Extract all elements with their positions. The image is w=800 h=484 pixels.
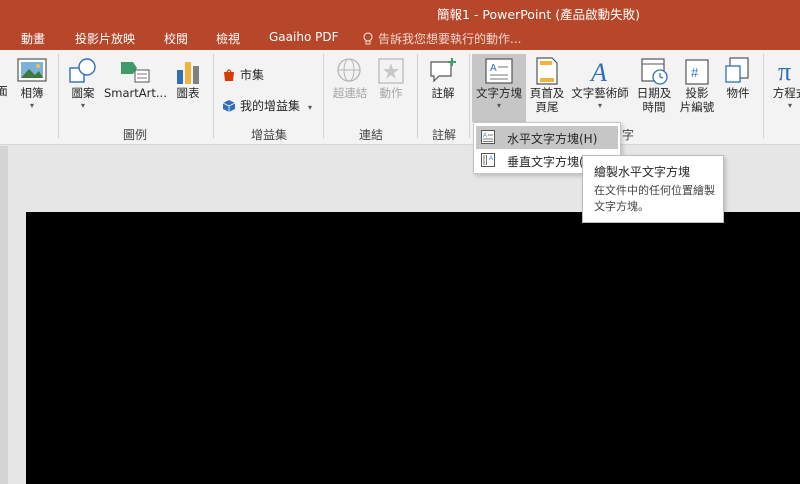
chevron-down-icon: ▾ (29, 101, 34, 110)
svg-text:π: π (778, 57, 791, 86)
thumbnail-pane-edge (0, 146, 8, 484)
pi-icon: π (778, 57, 791, 86)
slide-number-label-line2: 片編號 (679, 100, 715, 114)
equation-label: 方程式 (772, 86, 800, 100)
chart-button[interactable]: 圖表 (171, 56, 205, 100)
tell-me-search[interactable]: 告訴我您想要執行的動作... (362, 30, 521, 47)
tooltip-title: 繪製水平文字方塊 (594, 165, 691, 179)
slide-canvas[interactable] (26, 212, 800, 484)
tooltip-body: 在文件中的任何位置繪製文字方塊。 (594, 184, 715, 213)
wordart-icon: A (589, 58, 607, 86)
smartart-icon (121, 62, 150, 83)
star-action-icon (378, 58, 404, 84)
group-label-text: 字 (622, 128, 635, 142)
svg-text:A: A (489, 156, 493, 162)
action-button[interactable]: 動作 (373, 56, 409, 100)
calendar-clock-icon (641, 58, 668, 85)
screenshot-button[interactable]: 面 (0, 56, 10, 98)
comment-add-icon (430, 58, 456, 83)
store-label: 市集 (240, 68, 265, 82)
tab-view[interactable]: 檢視 (216, 30, 240, 47)
svg-text:A: A (483, 133, 487, 139)
ribbon-insert: 面 相簿 ▾ 圖案 ▾ SmartArt... 圖表 圖例 市集 我的增益集 ▾… (0, 50, 800, 145)
store-icon (224, 69, 234, 81)
tab-review[interactable]: 校閱 (164, 30, 188, 47)
group-label-addins: 增益集 (250, 128, 287, 142)
group-separator (323, 54, 324, 138)
header-footer-icon (536, 57, 558, 85)
chevron-down-icon: ▾ (597, 101, 602, 110)
svg-text:A: A (490, 63, 497, 74)
menu-item-horizontal-textbox-label: 水平文字方塊(H) (507, 132, 598, 146)
textbox-label: 文字方塊 (476, 86, 522, 100)
group-separator (213, 54, 214, 138)
globe-link-icon (337, 58, 361, 82)
comment-button[interactable]: 註解 (424, 56, 462, 100)
screenshot-icon (0, 56, 8, 84)
wordart-button[interactable]: A 文字藝術師 ▾ (568, 56, 632, 111)
shapes-label: 圖案 (71, 86, 95, 100)
menu-item-horizontal-textbox[interactable]: A 水平文字方塊(H) (476, 126, 618, 149)
chevron-down-icon: ▾ (308, 103, 313, 112)
object-label: 物件 (726, 86, 750, 100)
svg-text:#: # (691, 65, 699, 80)
smartart-button[interactable]: SmartArt... (104, 56, 167, 100)
menu-item-vertical-textbox-label: 垂直文字方塊( (507, 155, 584, 169)
photo-album-icon (17, 58, 47, 82)
chevron-down-icon: ▾ (787, 101, 792, 110)
photo-album-button[interactable]: 相簿 ▾ (14, 56, 50, 111)
object-icon (725, 57, 749, 83)
hyperlink-label: 超連結 (332, 86, 368, 100)
group-separator (417, 54, 418, 138)
date-time-label-line2: 時間 (642, 100, 666, 114)
title-bar: 簡報1 - PowerPoint (產品啟動失敗) (0, 0, 800, 26)
date-time-button[interactable]: 日期及 時間 (634, 56, 674, 114)
hyperlink-button[interactable]: 超連結 (331, 56, 369, 100)
screenshot-label: 面 (0, 84, 8, 98)
tell-me-placeholder: 告訴我您想要執行的動作... (378, 32, 522, 46)
group-separator (763, 54, 764, 138)
chevron-down-icon: ▾ (80, 101, 85, 110)
group-separator (58, 54, 59, 138)
chart-icon (177, 62, 199, 84)
equation-button[interactable]: π 方程式 ▾ (768, 56, 800, 111)
wordart-label: 文字藝術師 (571, 86, 629, 100)
group-label-comments: 註解 (431, 128, 456, 142)
photo-album-label: 相簿 (20, 86, 44, 100)
shapes-icon (69, 58, 96, 83)
comment-label: 註解 (431, 86, 455, 100)
slide-number-label-line1: 投影 (685, 86, 709, 100)
store-button[interactable]: 市集 (222, 66, 264, 83)
slide-number-button[interactable]: # 投影 片編號 (677, 56, 717, 114)
chevron-down-icon: ▾ (496, 101, 501, 110)
slide-number-icon: # (685, 59, 709, 85)
tab-slideshow[interactable]: 投影片放映 (75, 30, 135, 47)
tab-animations[interactable]: 動畫 (21, 30, 45, 47)
my-addins-button[interactable]: 我的增益集 ▾ (222, 97, 312, 114)
header-footer-label-line1: 頁首及 (529, 86, 565, 100)
group-separator (469, 54, 470, 138)
lightbulb-icon (363, 32, 373, 45)
textbox-icon: A (485, 58, 513, 84)
addins-icon (222, 100, 236, 112)
window-title: 簡報1 - PowerPoint (產品啟動失敗) (437, 7, 640, 22)
action-label: 動作 (379, 86, 403, 100)
horizontal-textbox-icon: A (481, 130, 495, 144)
vertical-textbox-icon: A (481, 153, 495, 167)
object-button[interactable]: 物件 (720, 56, 756, 100)
group-label-illustrations: 圖例 (122, 128, 147, 142)
my-addins-label: 我的增益集 (240, 99, 301, 113)
shapes-button[interactable]: 圖案 ▾ (65, 56, 101, 111)
date-time-label-line1: 日期及 (636, 86, 672, 100)
ribbon-tab-bar: 動畫 投影片放映 校閱 檢視 Gaaiho PDF 告訴我您想要執行的動作... (0, 26, 800, 50)
header-footer-label-line2: 頁尾 (535, 100, 559, 114)
svg-text:A: A (589, 58, 607, 86)
chart-label: 圖表 (176, 86, 200, 100)
textbox-button[interactable]: A 文字方塊 ▾ (472, 56, 526, 111)
group-label-links: 連結 (358, 128, 383, 142)
tooltip: 繪製水平文字方塊 在文件中的任何位置繪製文字方塊。 (582, 155, 724, 223)
tab-gaaiho-pdf[interactable]: Gaaiho PDF (269, 30, 338, 44)
smartart-label: SmartArt... (104, 86, 167, 100)
header-footer-button[interactable]: 頁首及 頁尾 (528, 56, 566, 114)
